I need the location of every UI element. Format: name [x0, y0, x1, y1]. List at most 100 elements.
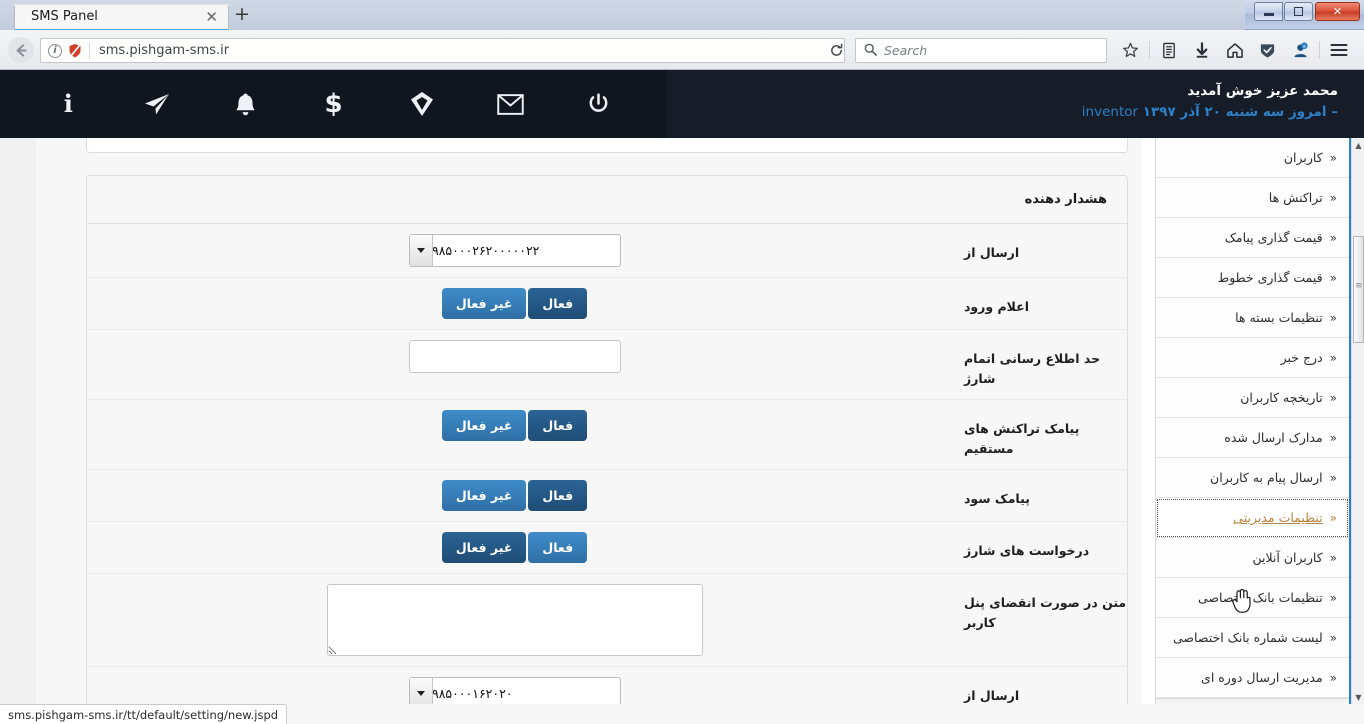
sidebar-item-label: تنظیمات بانک اختصاصی: [1198, 590, 1323, 605]
send-from-select-1[interactable]: +۹۸۵۰۰۰۲۶۲۰۰۰۰۰۲۲: [408, 234, 621, 267]
profit-sms-off-button[interactable]: غیر فعال: [441, 480, 527, 511]
sidebar-item-label: تاریخچه کاربران: [1240, 390, 1323, 405]
expiry-text-textarea[interactable]: [326, 584, 703, 656]
hamburger-menu-icon[interactable]: [1322, 37, 1355, 63]
charge-requests-off-button[interactable]: غیر فعال: [441, 532, 527, 563]
sidebar-item-package-settings[interactable]: « تنظیمات بسته ها: [1156, 298, 1349, 338]
toggle-profit-sms: فعال غیر فعال: [441, 480, 588, 511]
login-alert-off-button[interactable]: غیر فعال: [441, 288, 527, 319]
window-maximize-button[interactable]: [1284, 2, 1313, 21]
sidebar-item-line-pricing[interactable]: « قیمت گذاری خطوط: [1156, 258, 1349, 298]
sidebar-item-label: قیمت گذاری خطوط: [1217, 270, 1323, 285]
chevron-icon: «: [1329, 670, 1337, 685]
scroll-down-arrow-icon[interactable]: ▼: [1352, 690, 1364, 704]
sidebar-item-transactions[interactable]: « تراکنش ها: [1156, 178, 1349, 218]
control-profit-sms: فعال غیر فعال: [87, 480, 942, 511]
chevron-icon: «: [1329, 430, 1337, 445]
tab-close-icon[interactable]: ✕: [205, 8, 218, 26]
library-icon[interactable]: [1152, 37, 1185, 63]
info-icon[interactable]: i: [48, 84, 88, 124]
scroll-up-arrow-icon[interactable]: ▲: [1352, 138, 1364, 152]
sidebar-item-admin-settings[interactable]: « تنظیمات مدیریتی: [1156, 498, 1349, 538]
new-tab-icon[interactable]: +: [234, 5, 250, 24]
status-url-text: sms.pishgam-sms.ir/tt/default/setting/ne…: [0, 704, 288, 724]
star-icon[interactable]: [1114, 37, 1147, 63]
direct-transaction-sms-off-button[interactable]: غیر فعال: [441, 410, 527, 441]
sidebar-item-label: قیمت گذاری پیامک: [1224, 230, 1323, 245]
account-icon[interactable]: a: [1284, 37, 1317, 63]
sidebar-item-sms-pricing[interactable]: « قیمت گذاری پیامک: [1156, 218, 1349, 258]
sidebar-item-dedicated-bank-numbers[interactable]: « لیست شماره بانک اختصاصی: [1156, 618, 1349, 658]
url-divider: [89, 42, 90, 59]
ticket-icon[interactable]: [402, 84, 442, 124]
url-text: sms.pishgam-sms.ir: [99, 43, 230, 58]
main-content: هشدار دهنده ارسال از +۹۸۵۰۰۰۲۶۲۰۰۰۰۰۲۲ ا…: [36, 138, 1142, 704]
sidebar-item-sent-documents[interactable]: « مدارک ارسال شده: [1156, 418, 1349, 458]
chevron-icon: «: [1329, 510, 1337, 525]
control-direct-transaction-sms: فعال غیر فعال: [87, 410, 942, 441]
form-row-login-alert: اعلام ورود فعال غیر فعال: [87, 278, 1127, 330]
chevron-icon: «: [1329, 390, 1337, 405]
app-header-icon-bar: $ i: [0, 70, 667, 138]
dollar-icon[interactable]: $: [314, 84, 354, 124]
browser-tab[interactable]: SMS Panel ✕: [14, 3, 229, 30]
sidebar-item-periodic-send-management[interactable]: « مدیریت ارسال دوره ای: [1156, 658, 1349, 698]
page-scrollbar[interactable]: ▲ ▼: [1351, 138, 1364, 704]
power-icon[interactable]: [579, 84, 619, 124]
send-from-select-2[interactable]: +۹۸۵۰۰۰۱۶۲۰۲۰: [408, 677, 621, 704]
charge-requests-on-button[interactable]: فعال: [528, 532, 588, 563]
search-input[interactable]: Search: [855, 38, 1107, 63]
label-profit-sms: پیامک سود: [964, 491, 1030, 506]
label-send-from-1: ارسال از: [964, 245, 1020, 260]
shield-icon[interactable]: [1251, 37, 1284, 63]
app-header: $ i محمد عزیز خوش آمدید – امروز سه شنبه …: [0, 70, 1364, 138]
panel-title: هشدار دهنده: [87, 176, 1127, 224]
site-info-icon[interactable]: i: [48, 43, 62, 58]
tracking-protection-icon[interactable]: [68, 43, 82, 59]
sidebar-item-label: مدارک ارسال شده: [1224, 430, 1323, 445]
sidebar-item-add-news[interactable]: « درج خبر: [1156, 338, 1349, 378]
sidebar-item-users[interactable]: « کاربران: [1156, 138, 1349, 178]
welcome-date: – امروز سه شنبه ۲۰ آذر ۱۳۹۷: [1142, 104, 1338, 120]
label-charge-threshold: حد اطلاع رسانی اتمام شارژ: [964, 351, 1101, 386]
sidebar-item-user-history[interactable]: « تاریخچه کاربران: [1156, 378, 1349, 418]
browser-navbar: i sms.pishgam-sms.ir Search a: [0, 30, 1364, 70]
window-minimize-button[interactable]: [1254, 2, 1283, 21]
download-icon[interactable]: [1185, 37, 1218, 63]
control-send-from-1: +۹۸۵۰۰۰۲۶۲۰۰۰۰۰۲۲: [87, 234, 942, 267]
form-row-charge-requests: درخواست های شارژ فعال غیر فعال: [87, 522, 1127, 574]
sidebar-item-label: تراکنش ها: [1268, 190, 1323, 205]
control-expiry-text: [87, 584, 942, 656]
label-expiry-text: متن در صورت انقضای پنل کاربر: [964, 595, 1127, 630]
send-from-select-1-box: +۹۸۵۰۰۰۲۶۲۰۰۰۰۰۲۲: [408, 234, 621, 267]
chevron-icon: «: [1329, 350, 1337, 365]
toolbar-divider-2: [1319, 41, 1320, 59]
form-row-expiry-text: متن در صورت انقضای پنل کاربر: [87, 574, 1127, 667]
chevron-icon: «: [1329, 190, 1337, 205]
chevron-down-icon[interactable]: [409, 235, 433, 266]
label-charge-requests: درخواست های شارژ: [964, 543, 1090, 558]
chevron-icon: «: [1329, 470, 1337, 485]
welcome-user-date: – امروز سه شنبه ۲۰ آذر ۱۳۹۷ inventor: [1082, 102, 1338, 123]
direct-transaction-sms-on-button[interactable]: فعال: [528, 410, 588, 441]
url-bar[interactable]: i sms.pishgam-sms.ir: [40, 38, 845, 63]
envelope-icon[interactable]: [490, 84, 530, 124]
sidebar-item-label: مدیریت ارسال دوره ای: [1201, 670, 1323, 685]
chevron-icon: «: [1329, 630, 1337, 645]
window-close-button[interactable]: ✕: [1315, 2, 1360, 21]
sidebar-item-send-message-to-users[interactable]: « ارسال پیام به کاربران: [1156, 458, 1349, 498]
sidebar-item-online-users[interactable]: « کاربران آنلاین: [1156, 538, 1349, 578]
search-icon: [864, 43, 877, 59]
toolbar-divider: [1149, 41, 1150, 59]
paper-plane-icon[interactable]: [137, 84, 177, 124]
reload-icon[interactable]: [823, 38, 849, 63]
home-icon[interactable]: [1218, 37, 1251, 63]
back-icon[interactable]: [8, 37, 34, 63]
bell-icon[interactable]: [225, 84, 265, 124]
profit-sms-on-button[interactable]: فعال: [528, 480, 588, 511]
chevron-down-icon-2[interactable]: [409, 678, 433, 704]
charge-threshold-input[interactable]: [408, 340, 621, 373]
scrollbar-thumb[interactable]: [1353, 236, 1364, 343]
login-alert-on-button[interactable]: فعال: [528, 288, 588, 319]
sidebar-item-dedicated-bank-settings[interactable]: « تنظیمات بانک اختصاصی: [1156, 578, 1349, 618]
